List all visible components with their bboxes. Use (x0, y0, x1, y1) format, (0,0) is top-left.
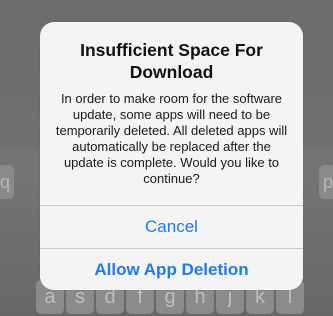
alert-message: In order to make room for the software u… (55, 91, 288, 186)
alert-title: Insufficient Space For Download (80, 40, 263, 82)
allow-app-deletion-button[interactable]: Allow App Deletion (40, 248, 303, 290)
alert-content: Insufficient Space For Download In order… (40, 22, 303, 187)
alert-dialog: Insufficient Space For Download In order… (40, 22, 303, 290)
cancel-button[interactable]: Cancel (40, 205, 303, 248)
key-p: p (319, 165, 333, 199)
key-q: q (0, 165, 14, 199)
key-p-label: p (323, 172, 333, 192)
key-q-label: q (0, 172, 10, 192)
